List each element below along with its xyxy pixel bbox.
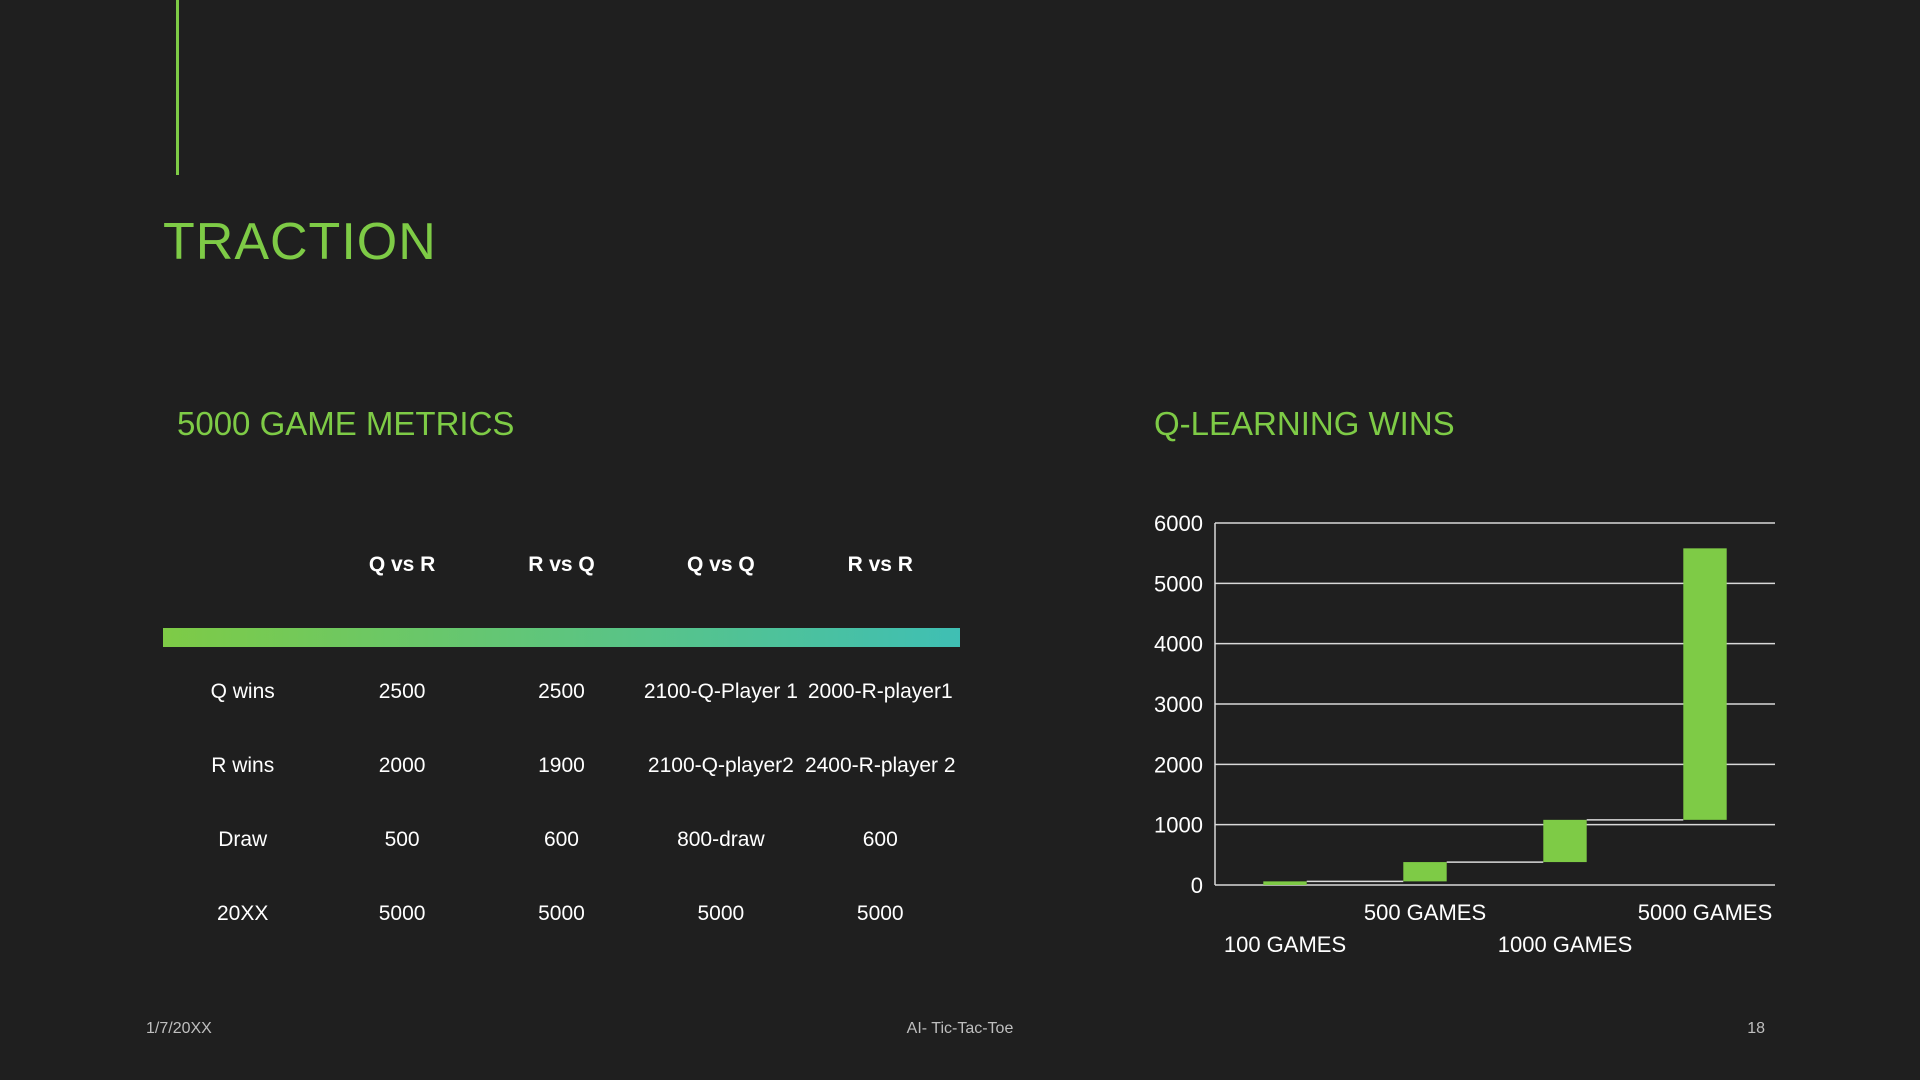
waterfall-bar	[1403, 862, 1447, 882]
header-cell: Q vs R	[368, 552, 436, 576]
waterfall-bar	[1263, 881, 1307, 885]
table-row: Q wins 2500 2500 2100-Q-Player 1 2000-R-…	[163, 654, 960, 728]
q-learning-wins-chart: 0 1000 2000 3000 4000 5000 6000 100 GAMES 500 GA…	[1154, 511, 1775, 957]
x-tick-label: 500 GAMES	[1364, 900, 1486, 925]
waterfall-bar	[1683, 548, 1727, 820]
table-row: Draw 500 600 800-draw 600	[163, 802, 960, 876]
accent-line	[176, 0, 179, 175]
metrics-heading: 5000 GAME METRICS	[177, 405, 515, 442]
table-cell: 800-draw	[677, 827, 765, 851]
y-tick-label: 5000	[1154, 571, 1203, 596]
table-cell: 5000	[697, 901, 745, 925]
y-tick-label: 0	[1191, 873, 1203, 898]
table-cell: 2400-R-player 2	[804, 753, 956, 777]
slide-title: TRACTION	[163, 213, 437, 271]
table-cell: 2100-Q-player2	[647, 753, 794, 777]
table-cell: 5000	[538, 901, 585, 925]
table-cell: 1900	[538, 753, 585, 777]
table-cell: 2500	[378, 679, 426, 703]
table-cell: 600	[543, 827, 579, 851]
y-tick-label: 1000	[1154, 813, 1203, 838]
table-header-row: Q vs R R vs Q Q vs Q R vs R	[163, 538, 960, 590]
table-cell: 5000	[856, 901, 904, 925]
y-tick-label: 2000	[1154, 752, 1203, 777]
table-row: R wins 2000 1900 2100-Q-player2 2400-R-p…	[163, 728, 960, 802]
table-divider-bar	[163, 628, 960, 647]
table-cell: 20XX	[217, 901, 269, 925]
table-row: 20XX 5000 5000 5000 5000	[163, 876, 960, 950]
table-cell: 2000	[378, 753, 426, 777]
table-cell: Q wins	[210, 679, 275, 703]
table-cell: Draw	[218, 827, 268, 851]
table-cell: 2100-Q-Player 1	[643, 679, 798, 703]
y-tick-label: 4000	[1154, 632, 1203, 657]
waterfall-bar	[1543, 819, 1587, 863]
footer-presentation-title: AI- Tic-Tac-Toe	[906, 1020, 1014, 1037]
page-number: 18	[1747, 1020, 1765, 1037]
header-cell: R vs R	[847, 552, 913, 576]
table-cell: 600	[862, 827, 898, 851]
table-cell: 5000	[378, 901, 426, 925]
y-tick-label: 3000	[1154, 692, 1203, 717]
header-cell: R vs Q	[528, 552, 595, 576]
header-cell: Q vs Q	[687, 552, 755, 576]
x-tick-label: 100 GAMES	[1224, 932, 1346, 957]
x-tick-label: 5000 GAMES	[1638, 900, 1773, 925]
chart-heading: Q-LEARNING WINS	[1154, 405, 1455, 442]
table-cell: 2000-R-player1	[807, 679, 953, 703]
metrics-table: Q vs R R vs Q Q vs Q R vs R Q wins 2500 …	[163, 538, 960, 950]
table-cell: R wins	[211, 753, 275, 777]
x-tick-label: 1000 GAMES	[1498, 932, 1633, 957]
table-cell: 2500	[538, 679, 585, 703]
y-tick-label: 6000	[1154, 511, 1203, 536]
table-cell: 500	[384, 827, 420, 851]
